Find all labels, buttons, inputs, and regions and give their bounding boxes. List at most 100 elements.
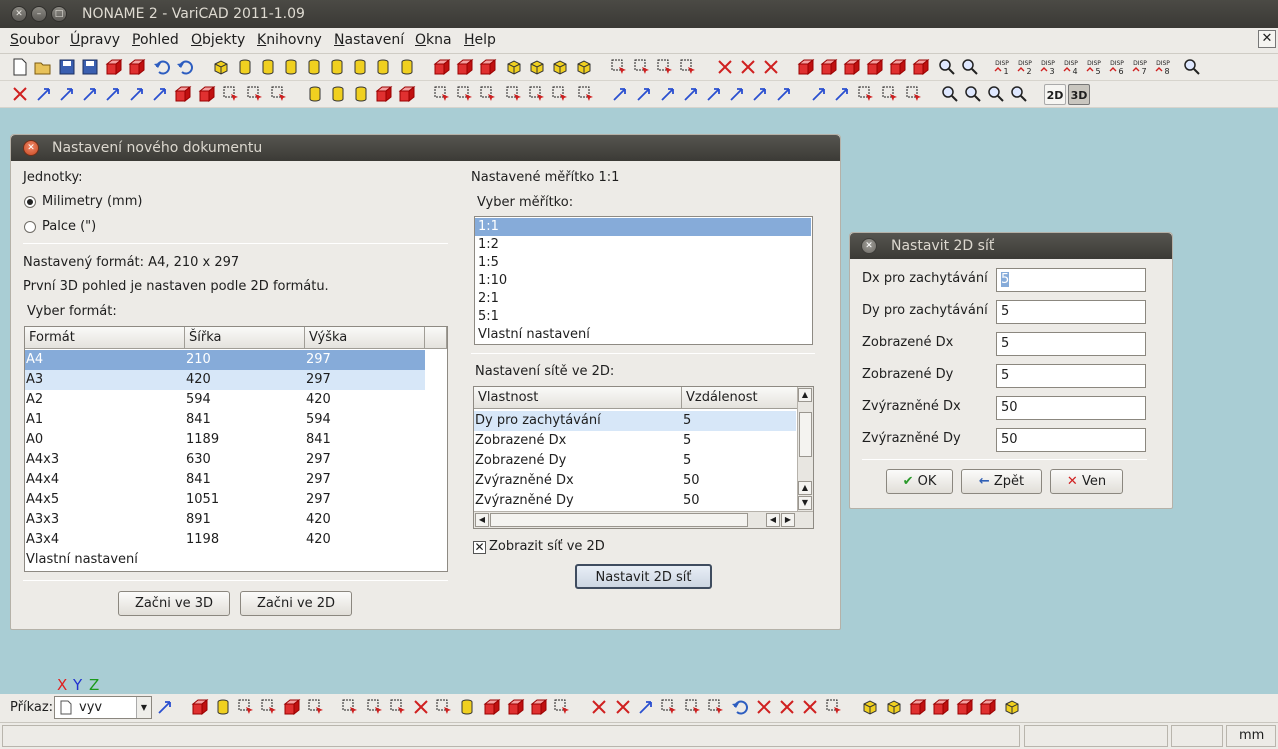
scroll-left-small-icon[interactable]: ◀	[766, 513, 780, 527]
menu-upravy[interactable]: Úpravy	[70, 32, 120, 48]
grid-table[interactable]: Vlastnost Vzdálenost Dy pro zachytávání 5…	[473, 386, 814, 529]
toolbar-icon[interactable]	[351, 58, 369, 76]
toolbar-icon[interactable]	[306, 85, 324, 103]
toolbar-icon[interactable]	[659, 85, 677, 103]
menu-okna[interactable]: Okna	[415, 32, 452, 48]
command-tool-icon[interactable]	[237, 698, 255, 716]
toolbar-icon[interactable]	[433, 58, 451, 76]
view-2d-button[interactable]: 2D	[1044, 84, 1066, 105]
command-tool-icon[interactable]	[389, 698, 407, 716]
toolbar-icon[interactable]	[128, 85, 146, 103]
scroll-down-icon[interactable]: ▼	[798, 496, 812, 510]
unit-inch-label[interactable]: Palce (")	[42, 219, 96, 234]
toolbar-icon[interactable]	[329, 85, 347, 103]
toolbar-icon[interactable]	[11, 58, 29, 76]
toolbar-icon[interactable]	[810, 85, 828, 103]
table-row[interactable]: A4x4 841 297	[25, 470, 445, 490]
menu-knihovny[interactable]: Knihovny	[257, 32, 322, 48]
command-tool-icon[interactable]	[341, 698, 359, 716]
toolbar-icon[interactable]	[866, 58, 884, 76]
grid-field-input[interactable]: 5	[996, 364, 1146, 388]
toolbar-icon[interactable]	[35, 85, 53, 103]
command-tool-icon[interactable]	[684, 698, 702, 716]
command-tool-icon[interactable]	[435, 698, 453, 716]
toolbar-icon[interactable]	[375, 85, 393, 103]
table-row[interactable]: A4 210 297	[25, 350, 425, 370]
command-tool-icon[interactable]	[825, 698, 843, 716]
disp-7-icon[interactable]: DISP 7	[1131, 58, 1149, 76]
toolbar-icon[interactable]	[905, 85, 923, 103]
command-tool-icon[interactable]	[283, 698, 301, 716]
scale-list[interactable]: 1:1 1:2 1:5 1:10 2:1 5:1 Vlastní nastavení	[474, 216, 813, 345]
close-window-icon[interactable]: ✕	[11, 6, 27, 22]
toolbar-icon[interactable]	[1010, 85, 1028, 103]
table-row[interactable]: A1 841 594	[25, 410, 445, 430]
toolbar-icon[interactable]	[881, 85, 899, 103]
toolbar-icon[interactable]	[222, 85, 240, 103]
toolbar-icon[interactable]	[505, 85, 523, 103]
grid-vertical-scrollbar[interactable]: ▲ ▲ ▼	[797, 387, 813, 511]
distance-col-header[interactable]: Vzdálenost	[682, 387, 798, 409]
toolbar-icon[interactable]	[775, 85, 793, 103]
command-tool-icon[interactable]	[412, 698, 430, 716]
scroll-up-small-icon[interactable]: ▲	[798, 481, 812, 495]
disp-6-icon[interactable]: DISP 6	[1108, 58, 1126, 76]
toolbar-icon[interactable]	[58, 85, 76, 103]
command-tool-icon[interactable]	[932, 698, 950, 716]
close-dialog-icon[interactable]: ✕	[23, 140, 39, 156]
command-tool-icon[interactable]	[731, 698, 749, 716]
toolbar-icon[interactable]	[528, 85, 546, 103]
close-document-icon[interactable]: ✕	[1258, 30, 1276, 48]
table-row[interactable]: Dy pro zachytávání 5	[474, 411, 796, 431]
command-tool-icon[interactable]	[660, 698, 678, 716]
toolbar-icon[interactable]	[728, 85, 746, 103]
toolbar-icon[interactable]	[282, 58, 300, 76]
format-table[interactable]: Formát Šířka Výška A4 210 297 A3 420 297 A2 594…	[24, 326, 448, 572]
toolbar-icon[interactable]	[236, 58, 254, 76]
menu-help[interactable]: Help	[464, 32, 496, 48]
toolbar-icon[interactable]	[611, 85, 629, 103]
disp-2-icon[interactable]: DISP 2	[1016, 58, 1034, 76]
toolbar-icon[interactable]	[105, 58, 123, 76]
command-tool-icon[interactable]	[755, 698, 773, 716]
table-row[interactable]: Zobrazené Dx 5	[474, 431, 796, 451]
command-tool-icon[interactable]	[861, 698, 879, 716]
table-row[interactable]: A3 420 297	[25, 370, 425, 390]
toolbar-icon[interactable]	[679, 58, 697, 76]
command-tool-icon[interactable]	[1003, 698, 1021, 716]
minimize-window-icon[interactable]: –	[31, 6, 47, 22]
list-item[interactable]: 2:1	[475, 290, 811, 308]
toolbar-icon[interactable]	[656, 58, 674, 76]
disp-8-icon[interactable]: DISP 8	[1154, 58, 1172, 76]
toolbar-icon[interactable]	[551, 58, 569, 76]
command-tool-icon[interactable]	[590, 698, 608, 716]
grid-horizontal-scrollbar[interactable]: ◀ ◀ ▶	[474, 511, 813, 528]
list-item[interactable]: 1:5	[475, 254, 811, 272]
command-tool-icon[interactable]	[778, 698, 796, 716]
property-col-header[interactable]: Vlastnost	[474, 387, 682, 409]
toolbar-icon[interactable]	[456, 58, 474, 76]
back-button[interactable]: ← Zpět	[961, 469, 1042, 494]
command-tool-icon[interactable]	[979, 698, 997, 716]
list-item[interactable]: 1:1	[475, 218, 811, 236]
toolbar-icon[interactable]	[610, 58, 628, 76]
command-tool-icon[interactable]	[614, 698, 632, 716]
unit-mm-label[interactable]: Milimetry (mm)	[42, 194, 142, 209]
disp-5-icon[interactable]: DISP 5	[1085, 58, 1103, 76]
toolbar-icon[interactable]	[941, 85, 959, 103]
toolbar-icon[interactable]	[176, 58, 194, 76]
toolbar-icon[interactable]	[505, 58, 523, 76]
toolbar-icon[interactable]	[682, 85, 700, 103]
toolbar-icon[interactable]	[398, 85, 416, 103]
toolbar-icon[interactable]	[833, 85, 851, 103]
toolbar-icon[interactable]	[151, 85, 169, 103]
width-col-header[interactable]: Šířka	[185, 327, 305, 349]
table-row[interactable]: A3x4 1198 420	[25, 530, 445, 550]
format-col-header[interactable]: Formát	[25, 327, 185, 349]
toolbar-icon[interactable]	[11, 85, 29, 103]
list-item[interactable]: 1:2	[475, 236, 811, 254]
menu-objekty[interactable]: Objekty	[191, 32, 245, 48]
out-button[interactable]: ✕ Ven	[1050, 469, 1123, 494]
toolbar-icon[interactable]	[751, 85, 769, 103]
toolbar-icon[interactable]	[104, 85, 122, 103]
